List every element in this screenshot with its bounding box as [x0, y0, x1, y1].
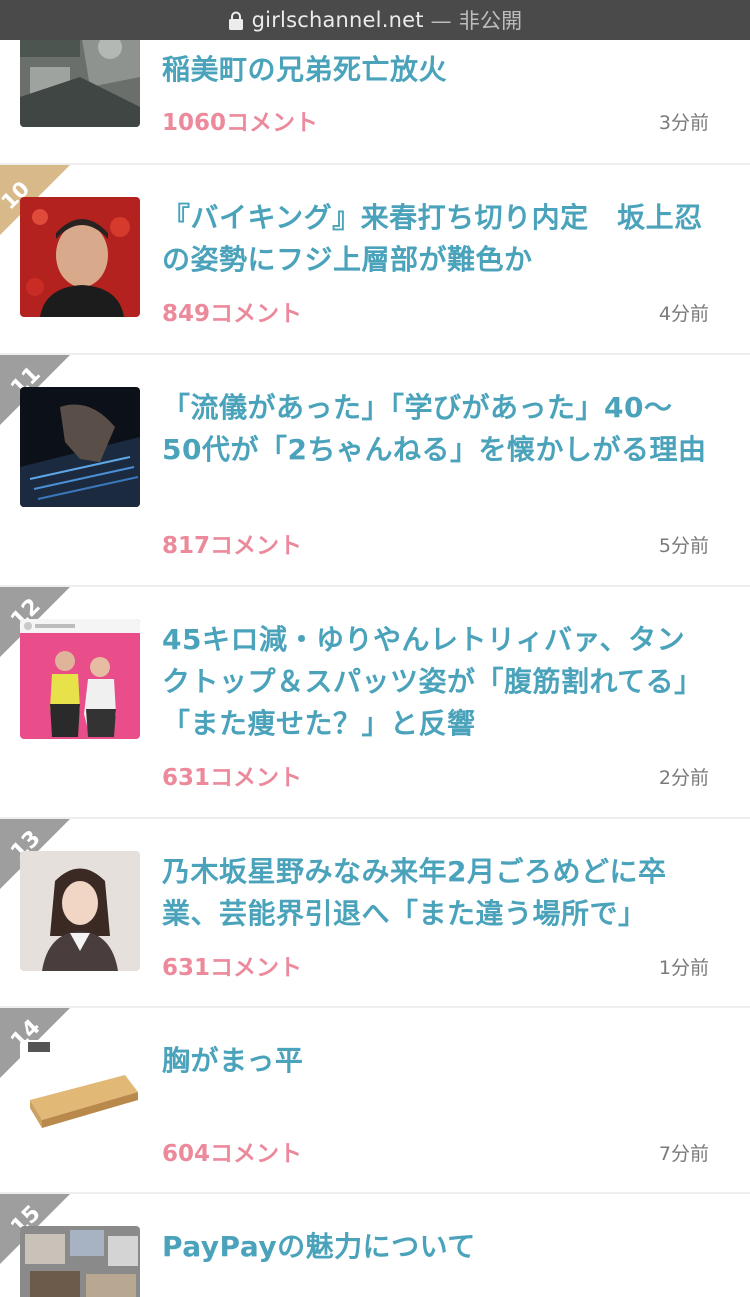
topic-title[interactable]: 「流儀があった」「学びがあった」40〜50代が「2ちゃんねる」を懐かしがる理由 — [162, 387, 712, 471]
post-time: 7分前 — [658, 1143, 709, 1165]
post-time: 5分前 — [658, 535, 709, 557]
address-bar[interactable]: girlschannel.net — 非公開 — [0, 0, 750, 40]
comment-count: 631コメント — [162, 955, 303, 981]
thumbnail-image[interactable] — [20, 197, 140, 317]
thumbnail-image[interactable] — [20, 1226, 140, 1297]
post-time: 3分前 — [658, 112, 709, 134]
topic-title[interactable]: 乃木坂星野みなみ来年2月ごろめどに卒業、芸能界引退へ「また違う場所で」 — [162, 851, 712, 935]
topic-title[interactable]: 稲美町の兄弟死亡放火 — [162, 49, 712, 91]
topic-title[interactable]: 45キロ減・ゆりやんレトリィバァ、タンクトップ＆スパッツ姿が「腹筋割れてる」「ま… — [162, 619, 712, 745]
post-time: 2分前 — [658, 767, 709, 789]
topic-title[interactable]: 『バイキング』来春打ち切り内定 坂上忍の姿勢にフジ上層部が難色か — [162, 197, 712, 281]
url-domain: girlschannel.net — [251, 8, 424, 32]
lock-icon — [228, 11, 243, 30]
thumbnail-image[interactable] — [20, 387, 140, 507]
topic-title[interactable]: 胸がまっ平 — [162, 1040, 712, 1082]
comment-count: 1060コメント — [162, 110, 319, 136]
comment-count: 631コメント — [162, 765, 303, 791]
comment-count: 849コメント — [162, 301, 303, 327]
list-item[interactable]: 11 「流儀があった」「学びがあった」40〜50代が「2ちゃんねる」を懐かしがる… — [0, 355, 750, 585]
thumbnail-image[interactable] — [20, 1040, 140, 1160]
list-item[interactable]: 15 PayPayの魅力について — [0, 1194, 750, 1297]
comment-count: 817コメント — [162, 533, 303, 559]
topic-title[interactable]: PayPayの魅力について — [162, 1226, 712, 1268]
thumbnail-image[interactable] — [20, 851, 140, 971]
thumbnail-image[interactable] — [20, 619, 140, 739]
list-item[interactable]: 13 乃木坂星野みなみ来年2月ごろめどに卒業、芸能界引退へ「また違う場所で」 6… — [0, 819, 750, 1006]
comment-count: 604コメント — [162, 1141, 303, 1167]
list-item[interactable]: 10位 『バイキング』来春打ち切り内定 坂上忍の姿勢にフジ上層部が難色か 849… — [0, 165, 750, 353]
list-item[interactable]: 12 45キロ減・ゆりやんレトリィバァ、タンクトップ＆スパッツ姿が「腹筋割れてる… — [0, 587, 750, 817]
list-item[interactable]: 14 胸がまっ平 604コメント 7分前 — [0, 1008, 750, 1192]
url-separator: — 非公開 — [430, 9, 523, 33]
post-time: 1分前 — [658, 957, 709, 979]
post-time: 4分前 — [658, 303, 709, 325]
